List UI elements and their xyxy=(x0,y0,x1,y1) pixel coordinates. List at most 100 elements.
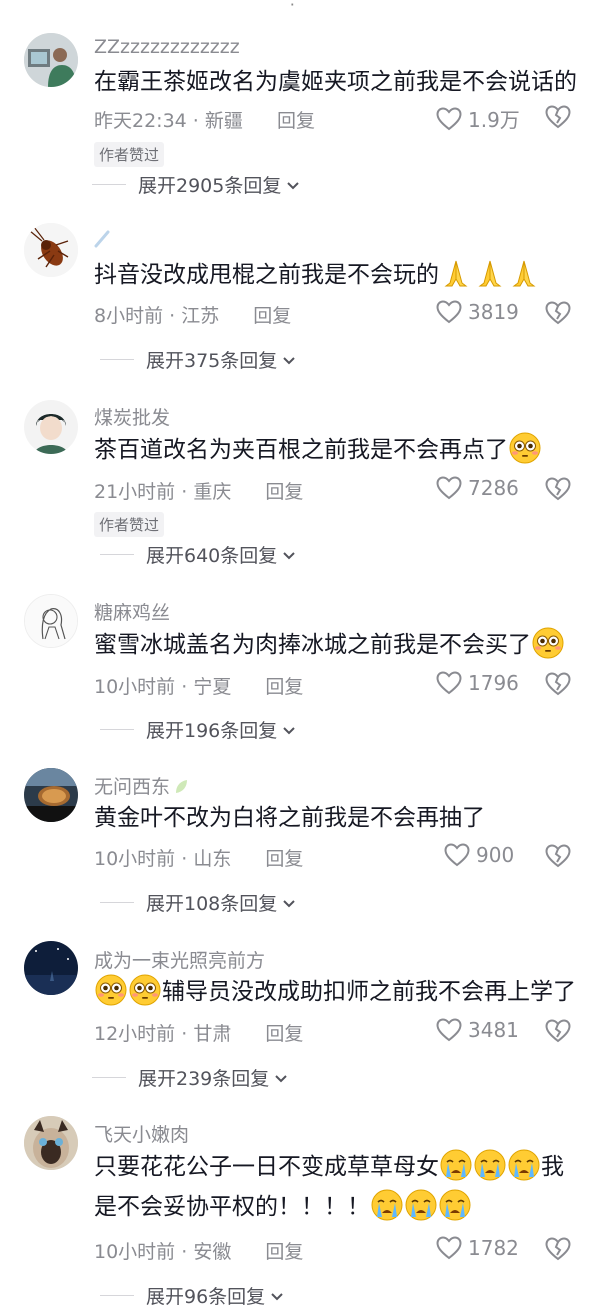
expand-replies-label: 展开2905条回复 xyxy=(138,175,282,197)
avatar[interactable] xyxy=(24,400,78,454)
comment-text-content: 只要花花公子一日不变成草草母女 xyxy=(94,1154,439,1180)
like-count: 1.9万 xyxy=(468,108,520,132)
comment-location: 新疆 xyxy=(204,110,243,132)
emoji-pray xyxy=(508,257,540,289)
divider-line xyxy=(100,554,134,555)
username[interactable]: 煤炭批发 xyxy=(94,403,170,430)
emoji-crying xyxy=(440,1149,472,1181)
broken-heart-icon[interactable] xyxy=(545,476,571,502)
expand-replies-button[interactable]: 展开108条回复 xyxy=(100,889,297,916)
comment-meta: 10小时前 · 安徽 回复 xyxy=(94,1241,304,1263)
chevron-down-icon xyxy=(269,1288,285,1304)
broken-heart-icon[interactable] xyxy=(545,843,571,869)
avatar[interactable] xyxy=(24,223,78,277)
reply-button[interactable]: 回复 xyxy=(253,305,291,327)
like-count: 1782 xyxy=(468,1236,519,1260)
like-count: 1796 xyxy=(468,671,519,695)
comment-text-content: 是不会妥协平权的！！！！ xyxy=(94,1194,370,1220)
like-button[interactable]: 1.9万 xyxy=(436,104,520,133)
chevron-down-icon xyxy=(281,547,297,563)
like-button[interactable]: 3481 xyxy=(436,1018,519,1042)
comment-time: 昨天22:34 xyxy=(94,110,187,132)
comment-meta: 昨天22:34 · 新疆 回复 xyxy=(94,110,315,132)
username-text: 无问西东 xyxy=(94,776,171,798)
author-liked-badge: 作者赞过 xyxy=(94,512,165,537)
broken-heart-icon[interactable] xyxy=(545,300,571,326)
comment-time: 10小时前 xyxy=(94,676,176,698)
comment-meta: 10小时前 · 山东 回复 xyxy=(94,848,304,870)
reply-button[interactable]: 回复 xyxy=(265,676,303,698)
emoji-crying xyxy=(439,1189,471,1221)
heart-outline-icon xyxy=(436,107,462,131)
expand-replies-label: 展开239条回复 xyxy=(138,1068,270,1090)
comment-time: 10小时前 xyxy=(94,848,176,870)
comment-time: 21小时前 xyxy=(94,481,176,503)
reply-button[interactable]: 回复 xyxy=(265,481,303,503)
username[interactable]: 无问西东 xyxy=(94,772,188,799)
like-count: 900 xyxy=(476,843,515,867)
comment-text-content: 在霸王茶姬改名为虞姬夹项之前我是不会说话的 xyxy=(94,69,577,95)
broken-heart-icon[interactable] xyxy=(545,104,571,130)
heart-outline-icon xyxy=(436,476,462,500)
like-button[interactable]: 3819 xyxy=(436,300,519,324)
comment-text-content: 黄金叶不改为白将之前我是不会再抽了 xyxy=(94,805,485,831)
comment-time: 10小时前 xyxy=(94,1241,176,1263)
broken-heart-icon[interactable] xyxy=(545,1018,571,1044)
comment-meta: 21小时前 · 重庆 回复 xyxy=(94,481,304,503)
username[interactable]: ZZzzzzzzzzzzzz xyxy=(94,36,240,58)
emoji-pray xyxy=(474,257,506,289)
reply-button[interactable]: 回复 xyxy=(277,110,315,132)
sparkle-icon xyxy=(94,230,110,248)
expand-replies-button[interactable]: 展开239条回复 xyxy=(92,1064,289,1091)
comment-time: 8小时前 xyxy=(94,305,164,327)
comment-meta: 12小时前 · 甘肃 回复 xyxy=(94,1023,304,1045)
expand-replies-button[interactable]: 展开375条回复 xyxy=(100,346,297,373)
reply-button[interactable]: 回复 xyxy=(265,1241,303,1263)
username[interactable]: 糖麻鸡丝 xyxy=(94,598,170,625)
username[interactable]: 成为一束光照亮前方 xyxy=(94,946,265,973)
heart-outline-icon xyxy=(436,300,462,324)
comment-text: 蜜雪冰城盖名为肉捧冰城之前我是不会买了 xyxy=(94,625,584,665)
chevron-down-icon xyxy=(285,177,301,193)
broken-heart-icon[interactable] xyxy=(545,671,571,697)
username[interactable]: 飞天小嫩肉 xyxy=(94,1120,189,1147)
broken-heart-icon[interactable] xyxy=(545,1236,571,1262)
expand-replies-label: 展开196条回复 xyxy=(146,720,278,742)
comment-text-content: 蜜雪冰城盖名为肉捧冰城之前我是不会买了 xyxy=(94,632,531,658)
reply-button[interactable]: 回复 xyxy=(265,1023,303,1045)
avatar[interactable] xyxy=(24,1116,78,1170)
heart-outline-icon xyxy=(436,671,462,695)
emoji-crying xyxy=(508,1149,540,1181)
comment-text-content: 茶百道改名为夹百根之前我是不会再点了 xyxy=(94,437,508,463)
expand-replies-button[interactable]: 展开96条回复 xyxy=(100,1282,285,1309)
comment-text: 茶百道改名为夹百根之前我是不会再点了 xyxy=(94,430,584,470)
comment-text: 在霸王茶姬改名为虞姬夹项之前我是不会说话的 xyxy=(94,62,584,102)
avatar[interactable] xyxy=(24,594,78,648)
like-button[interactable]: 1782 xyxy=(436,1236,519,1260)
chevron-down-icon xyxy=(273,1070,289,1086)
comment-text-content: 辅导员没改成助扣师之前我不会再上学了 xyxy=(162,979,576,1005)
expand-replies-button[interactable]: 展开2905条回复 xyxy=(92,171,301,198)
author-liked-badge: 作者赞过 xyxy=(94,142,165,167)
comment-meta: 10小时前 · 宁夏 回复 xyxy=(94,676,304,698)
comment-meta: 8小时前 · 江苏 回复 xyxy=(94,305,292,327)
like-button[interactable]: 7286 xyxy=(436,476,519,500)
avatar[interactable] xyxy=(24,768,78,822)
comment-text-content: 抖音没改成甩棍之前我是不会玩的 xyxy=(94,262,439,288)
chevron-down-icon xyxy=(281,352,297,368)
expand-replies-label: 展开108条回复 xyxy=(146,893,278,915)
like-button[interactable]: 900 xyxy=(444,843,514,867)
comment-location: 重庆 xyxy=(193,481,232,503)
emoji-crying xyxy=(474,1149,506,1181)
avatar[interactable] xyxy=(24,941,78,995)
reply-button[interactable]: 回复 xyxy=(265,848,303,870)
avatar[interactable] xyxy=(24,33,78,87)
expand-replies-button[interactable]: 展开196条回复 xyxy=(100,716,297,743)
expand-replies-label: 展开640条回复 xyxy=(146,545,278,567)
username[interactable] xyxy=(94,228,114,250)
expand-replies-button[interactable]: 展开640条回复 xyxy=(100,541,297,568)
like-count: 3819 xyxy=(468,300,519,324)
like-button[interactable]: 1796 xyxy=(436,671,519,695)
chevron-down-icon xyxy=(281,722,297,738)
emoji-flushed xyxy=(95,974,127,1006)
